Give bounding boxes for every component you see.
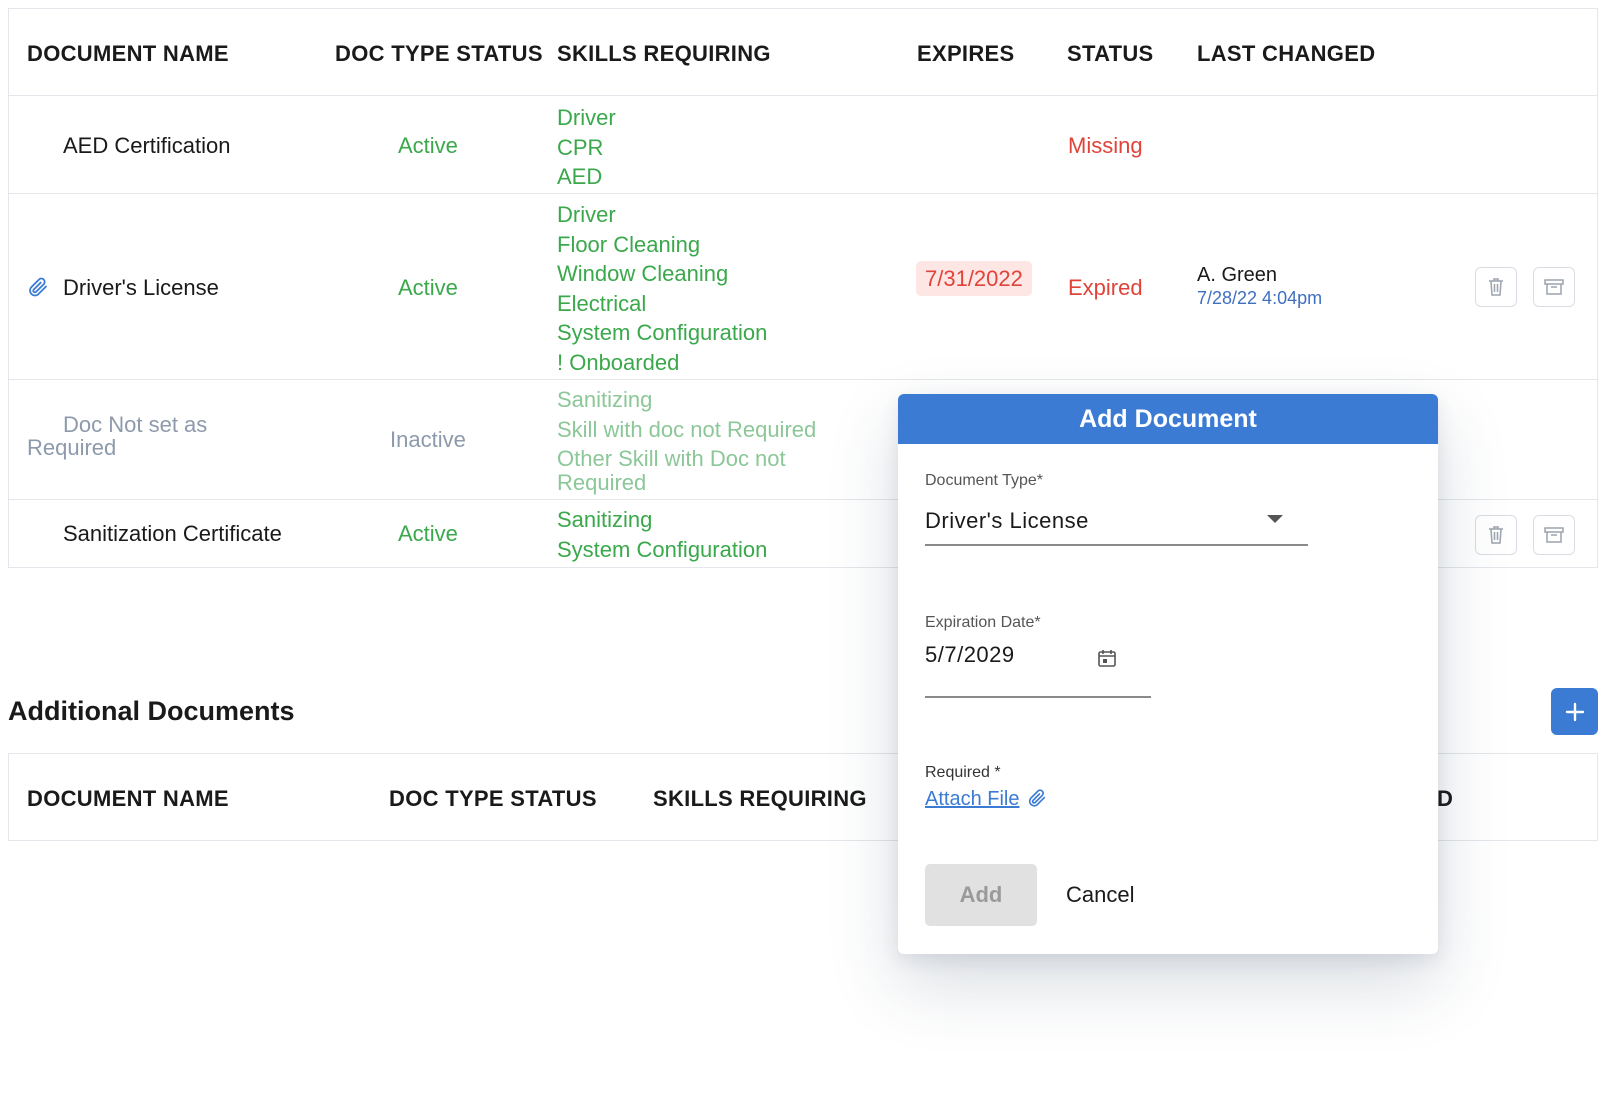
column-header-document-name[interactable]: DOCUMENT NAME bbox=[27, 41, 229, 67]
skill-item: Sanitizing bbox=[557, 387, 653, 412]
expiration-date-input[interactable]: 5/7/2029 bbox=[925, 634, 1151, 698]
column-header-doc-type-status[interactable]: DOC TYPE STATUS bbox=[335, 41, 543, 67]
changed-by: A. Green bbox=[1197, 264, 1278, 286]
skill-item: ! Onboarded bbox=[557, 349, 680, 375]
archive-icon bbox=[1544, 279, 1564, 295]
column-header-skills-requiring[interactable]: SKILLS REQUIRING bbox=[653, 786, 867, 812]
skill-item: Sanitizing bbox=[557, 507, 653, 532]
document-name-line: Doc Not set as bbox=[63, 412, 208, 437]
last-changed: A. Green 7/28/22 4:04pm bbox=[1197, 264, 1322, 309]
required-label: Required * bbox=[925, 764, 1001, 781]
document-name[interactable]: Sanitization Certificate bbox=[63, 521, 282, 547]
document-status: Missing bbox=[1068, 133, 1143, 158]
archive-button[interactable] bbox=[1533, 515, 1575, 555]
plus-icon bbox=[1565, 702, 1584, 721]
skill-item: Electrical bbox=[557, 290, 647, 316]
document-name[interactable]: AED Certification bbox=[63, 133, 231, 159]
column-header-document-name[interactable]: DOCUMENT NAME bbox=[27, 786, 229, 812]
skill-item: Driver bbox=[557, 202, 616, 227]
skill-item: Skill with doc not Required bbox=[557, 416, 817, 442]
cancel-button[interactable]: Cancel bbox=[1066, 882, 1134, 908]
skills-list: Sanitizing Skill with doc not Required O… bbox=[557, 385, 816, 497]
add-document-dialog: Add Document Document Type* Driver's Lic… bbox=[898, 394, 1438, 954]
row-divider bbox=[9, 193, 1597, 194]
field-underline bbox=[925, 696, 1151, 698]
expiration-date-label: Expiration Date* bbox=[925, 614, 1041, 631]
column-header-last-changed[interactable]: LAST CHANGED bbox=[1197, 41, 1375, 67]
column-header-doc-type-status[interactable]: DOC TYPE STATUS bbox=[389, 786, 597, 812]
document-name[interactable]: Driver's License bbox=[63, 275, 219, 301]
attach-file-link[interactable]: Attach File bbox=[925, 788, 1019, 811]
skills-list: Sanitizing System Configuration bbox=[557, 505, 767, 564]
document-type-select[interactable]: Driver's License bbox=[925, 494, 1308, 546]
column-header-status[interactable]: STATUS bbox=[1067, 41, 1154, 67]
archive-icon bbox=[1544, 527, 1564, 543]
delete-button[interactable] bbox=[1475, 267, 1517, 307]
delete-button[interactable] bbox=[1475, 515, 1517, 555]
skill-item: System Configuration bbox=[557, 536, 768, 562]
document-status: Expired bbox=[1068, 275, 1143, 300]
skill-item: Floor Cleaning bbox=[557, 231, 701, 257]
column-header-partial[interactable]: D bbox=[1437, 786, 1453, 812]
document-name-line: Required bbox=[27, 435, 117, 460]
caret-down-icon bbox=[1267, 515, 1283, 523]
section-title-additional-documents: Additional Documents bbox=[8, 696, 295, 726]
changed-at: 7/28/22 4:04pm bbox=[1197, 288, 1323, 308]
paperclip-icon[interactable] bbox=[1026, 786, 1048, 810]
trash-icon bbox=[1489, 278, 1503, 296]
dialog-title: Add Document bbox=[898, 394, 1438, 444]
skill-item: Driver bbox=[557, 105, 616, 130]
add-button[interactable]: Add bbox=[925, 864, 1037, 926]
doc-type-status: Active bbox=[398, 275, 458, 300]
doc-type-status: Active bbox=[398, 521, 458, 546]
document-type-label: Document Type* bbox=[925, 472, 1043, 489]
column-header-expires[interactable]: EXPIRES bbox=[917, 41, 1014, 67]
expires-date-badge: 7/31/2022 bbox=[916, 261, 1032, 296]
paperclip-icon[interactable] bbox=[26, 274, 50, 300]
archive-button[interactable] bbox=[1533, 267, 1575, 307]
skills-list: Driver Floor Cleaning Window Cleaning El… bbox=[557, 200, 767, 377]
doc-type-status: Active bbox=[398, 133, 458, 158]
skill-item: CPR bbox=[557, 134, 604, 160]
calendar-icon[interactable] bbox=[1097, 648, 1117, 668]
field-underline bbox=[925, 544, 1308, 546]
expires-cell: 7/31/2022 bbox=[916, 261, 1032, 296]
trash-icon bbox=[1489, 526, 1503, 544]
document-type-value: Driver's License bbox=[925, 508, 1089, 533]
skill-item: Window Cleaning bbox=[557, 261, 729, 286]
document-name[interactable]: Doc Not set as Required bbox=[27, 413, 207, 459]
row-divider bbox=[9, 379, 1597, 380]
skill-item: AED bbox=[557, 164, 603, 189]
header-divider bbox=[9, 95, 1597, 96]
doc-type-status: Inactive bbox=[390, 427, 466, 452]
skills-list: Driver CPR AED bbox=[557, 103, 616, 192]
add-document-button[interactable] bbox=[1551, 688, 1598, 735]
skill-item: System Configuration bbox=[557, 320, 768, 345]
expiration-date-value: 5/7/2029 bbox=[925, 642, 1015, 667]
column-header-skills-requiring[interactable]: SKILLS REQUIRING bbox=[557, 41, 771, 67]
